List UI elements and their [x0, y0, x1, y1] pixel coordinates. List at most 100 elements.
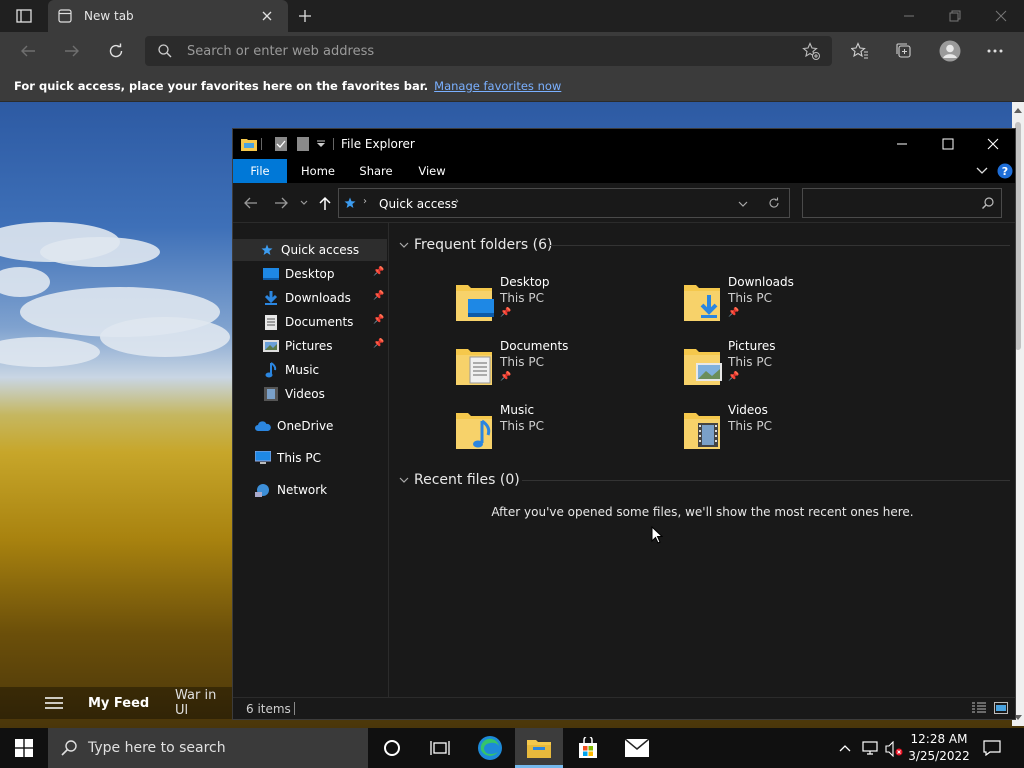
sidebar-item-pictures[interactable]: Pictures: [263, 335, 387, 357]
properties-check-icon[interactable]: [273, 136, 289, 152]
mail-envelope-icon: [625, 739, 649, 757]
window-close-icon[interactable]: [984, 137, 1002, 151]
cortana-button[interactable]: [368, 728, 416, 768]
refresh-icon[interactable]: [106, 41, 126, 61]
breadcrumb-quick-access[interactable]: Quick access: [379, 197, 457, 211]
sidebar-item-desktop[interactable]: Desktop: [263, 263, 387, 285]
explorer-back-arrow-icon[interactable]: [243, 196, 259, 210]
cloud-shape: [40, 237, 160, 267]
search-icon: [157, 43, 173, 59]
explorer-search-box[interactable]: [802, 188, 1002, 218]
folder-location: This PC: [500, 419, 544, 433]
sidebar-item-this-pc[interactable]: This PC: [255, 447, 387, 469]
address-bar[interactable]: Search or enter web address: [145, 36, 832, 66]
folder-tile-music[interactable]: Music This PC: [454, 403, 654, 457]
file-explorer-window: File Explorer File Home Share View ? › Q…: [232, 128, 1016, 720]
profile-avatar-icon[interactable]: [938, 39, 962, 63]
folder-tile-pictures[interactable]: Pictures This PC 📌: [682, 339, 882, 393]
forward-arrow-icon[interactable]: [62, 42, 82, 60]
my-feed-tab[interactable]: My Feed: [88, 696, 149, 711]
notification-center-icon[interactable]: [982, 739, 1002, 757]
window-maximize-icon[interactable]: [939, 137, 957, 151]
network-status-icon[interactable]: [861, 740, 879, 756]
add-favorite-star-icon[interactable]: [801, 42, 821, 60]
folder-tile-videos[interactable]: Videos This PC: [682, 403, 882, 457]
sidebar-item-videos[interactable]: Videos: [263, 383, 387, 405]
refresh-location-icon[interactable]: [767, 196, 781, 210]
cloud-shape: [0, 337, 100, 367]
manage-favorites-link[interactable]: Manage favorites now: [434, 79, 561, 93]
taskbar-mail-button[interactable]: [613, 728, 661, 768]
help-icon[interactable]: ?: [997, 163, 1013, 179]
pin-icon: 📌: [500, 372, 512, 382]
sidebar-item-documents[interactable]: Documents: [263, 311, 387, 333]
new-folder-icon[interactable]: [295, 136, 311, 152]
tab-actions-icon[interactable]: [14, 7, 34, 25]
edge-browser-icon: [478, 736, 502, 760]
start-button[interactable]: [0, 728, 48, 768]
sidebar-item-onedrive[interactable]: OneDrive: [255, 415, 387, 437]
collections-icon[interactable]: [894, 41, 914, 61]
settings-more-icon[interactable]: [985, 41, 1005, 61]
browser-minimize-icon[interactable]: [900, 7, 918, 25]
folder-tile-documents[interactable]: Documents This PC 📌: [454, 339, 654, 393]
explorer-search-icon[interactable]: [981, 196, 995, 210]
system-clock[interactable]: 12:28 AM 3/25/2022: [905, 731, 973, 765]
downloads-folder-icon: [682, 279, 726, 323]
address-history-dropdown-icon[interactable]: [737, 199, 749, 209]
ribbon-tab-share[interactable]: Share: [351, 159, 401, 183]
folder-location: This PC: [500, 291, 544, 305]
breadcrumb-chevron-icon[interactable]: ›: [455, 196, 459, 207]
ribbon-tab-home[interactable]: Home: [293, 159, 343, 183]
folder-tile-downloads[interactable]: Downloads This PC 📌: [682, 275, 882, 329]
show-hidden-icons-chevron-icon[interactable]: [838, 741, 852, 755]
up-one-level-arrow-icon[interactable]: [317, 195, 333, 211]
breadcrumb-separator-icon[interactable]: ›: [363, 196, 367, 207]
documents-folder-icon: [454, 343, 498, 387]
explorer-address-bar[interactable]: › Quick access ›: [338, 188, 790, 218]
browser-restore-icon[interactable]: [946, 7, 964, 25]
taskbar-file-explorer-button[interactable]: [515, 728, 563, 768]
explorer-titlebar: File Explorer: [233, 129, 1015, 159]
war-news-tab[interactable]: War in Ul: [175, 688, 232, 718]
sidebar-item-network[interactable]: Network: [255, 479, 387, 501]
taskbar-edge-button[interactable]: [466, 728, 514, 768]
section-divider: [550, 245, 1010, 246]
microsoft-store-icon: [579, 737, 597, 758]
details-view-icon[interactable]: [971, 701, 987, 715]
sidebar-item-music[interactable]: Music: [263, 359, 387, 381]
sidebar-item-downloads[interactable]: Downloads: [263, 287, 387, 309]
taskbar-search-box[interactable]: Type here to search: [48, 728, 368, 768]
window-minimize-icon[interactable]: [893, 137, 911, 151]
favorites-icon[interactable]: [850, 41, 870, 61]
folder-tile-desktop[interactable]: Desktop This PC 📌: [454, 275, 654, 329]
pictures-folder-icon: [682, 343, 726, 387]
collapse-recent-chevron-icon[interactable]: [398, 475, 410, 485]
taskbar-store-button[interactable]: [564, 728, 612, 768]
scroll-up-arrow-icon[interactable]: [1014, 106, 1022, 114]
explorer-forward-arrow-icon[interactable]: [273, 196, 289, 210]
browser-tab-new[interactable]: New tab: [48, 0, 288, 32]
cloud-shape: [0, 267, 50, 297]
recent-locations-chevron-icon[interactable]: [299, 198, 309, 208]
task-view-button[interactable]: [416, 728, 464, 768]
frequent-folders-heading[interactable]: Frequent folders (6): [414, 237, 553, 253]
large-icons-view-icon[interactable]: [993, 701, 1009, 715]
volume-muted-icon[interactable]: [884, 740, 904, 758]
back-arrow-icon[interactable]: [18, 42, 38, 60]
recent-files-heading[interactable]: Recent files (0): [414, 472, 520, 488]
collapse-frequent-chevron-icon[interactable]: [398, 240, 410, 250]
qat-customize-dropdown-icon[interactable]: [315, 138, 327, 150]
expand-ribbon-chevron-icon[interactable]: [975, 165, 989, 177]
hamburger-menu-icon[interactable]: [44, 696, 64, 710]
browser-tab-label: New tab: [84, 9, 134, 23]
clock-time: 12:28 AM: [910, 732, 968, 746]
network-globe-icon: [255, 482, 271, 498]
ribbon-tab-view[interactable]: View: [407, 159, 457, 183]
new-tab-plus-icon[interactable]: [296, 7, 314, 25]
browser-close-icon[interactable]: [992, 7, 1010, 25]
pin-icon: 📌: [728, 308, 740, 318]
sidebar-item-quick-access[interactable]: Quick access: [233, 239, 387, 261]
ribbon-tab-file[interactable]: File: [233, 159, 287, 183]
close-tab-icon[interactable]: [260, 9, 274, 23]
